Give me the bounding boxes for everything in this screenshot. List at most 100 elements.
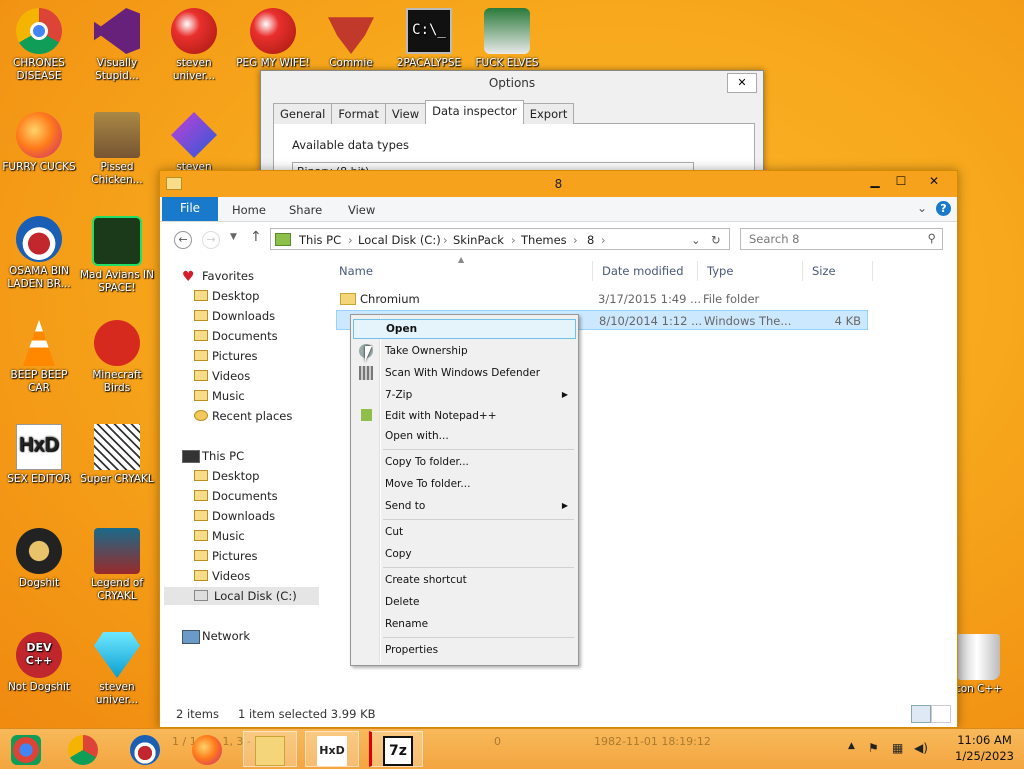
tab-view[interactable]: View — [384, 103, 427, 124]
nav-pc-pictures[interactable]: Pictures — [192, 547, 258, 565]
desktop-icon-steven[interactable]: steven — [155, 112, 233, 174]
menu-7zip[interactable]: 7-Zip ▶ — [353, 385, 576, 405]
show-hidden-icons[interactable]: ▲ — [848, 741, 855, 751]
menu-create-shortcut[interactable]: Create shortcut — [353, 570, 576, 590]
help-icon[interactable]: ? — [936, 201, 951, 216]
menu-take-ownership[interactable]: Take Ownership — [353, 341, 576, 361]
menu-open-with[interactable]: Open with... — [353, 426, 576, 446]
nav-fav-pictures[interactable]: Pictures — [192, 347, 258, 365]
desktop-icon-vlc[interactable]: BEEP BEEP CAR — [0, 320, 78, 395]
desktop-icon-firefox[interactable]: FURRY CUCKS — [0, 112, 78, 174]
nav-pc-videos[interactable]: Videos — [192, 567, 250, 585]
search-box[interactable]: Search 8 ⚲ — [740, 228, 943, 250]
desktop-icon-dev-cpp[interactable]: DEV C++ Not Dogshit — [0, 632, 78, 694]
tab-general[interactable]: General — [273, 103, 333, 124]
menu-delete[interactable]: Delete — [353, 592, 576, 612]
tab-share[interactable]: Share — [289, 203, 322, 217]
close-button[interactable]: ✕ — [915, 173, 953, 191]
breadcrumb-skinpack[interactable]: SkinPack — [453, 233, 504, 247]
nav-fav-downloads[interactable]: Downloads — [192, 307, 275, 325]
column-name[interactable]: Name — [330, 261, 593, 281]
nav-fav-desktop[interactable]: Desktop — [192, 287, 259, 305]
desktop-icon-hxd[interactable]: HxD SEX EDITOR — [0, 424, 78, 486]
menu-edit-notepadpp[interactable]: Edit with Notepad++ — [353, 406, 576, 426]
network-icon[interactable]: ▦ — [892, 741, 903, 755]
menu-properties[interactable]: Properties — [353, 640, 576, 660]
nav-network[interactable]: Network — [182, 627, 250, 645]
nav-this-pc[interactable]: This PC — [182, 447, 244, 465]
refresh-icon[interactable]: ↻ — [711, 233, 721, 247]
nav-fav-videos[interactable]: Videos — [192, 367, 250, 385]
explorer-titlebar[interactable]: 8 ▁ ☐ ✕ — [160, 171, 957, 197]
taskbar-explorer[interactable] — [243, 731, 297, 767]
maximize-button[interactable]: ☐ — [889, 173, 913, 191]
taskbar-hxd[interactable]: HxD — [305, 731, 359, 767]
taskbar-firefox[interactable] — [181, 731, 235, 767]
search-icon[interactable]: ⚲ — [928, 231, 936, 245]
start-button[interactable] — [0, 731, 54, 767]
nav-pc-documents[interactable]: Documents — [192, 487, 278, 505]
volume-icon[interactable]: ◀) — [914, 741, 928, 755]
desktop-icon-commie[interactable]: Commie — [312, 8, 390, 70]
menu-scan-defender[interactable]: Scan With Windows Defender — [353, 363, 576, 383]
menu-copy[interactable]: Copy — [353, 544, 576, 564]
tab-view-ribbon[interactable]: View — [348, 203, 375, 217]
nav-pc-desktop[interactable]: Desktop — [192, 467, 259, 485]
nav-fav-documents[interactable]: Documents — [192, 327, 278, 345]
desktop-icon-steven-universe-2[interactable]: steven univer... — [78, 632, 156, 707]
desktop-icon-osama[interactable]: OSAMA BIN LADEN BR... — [0, 216, 78, 291]
desktop-icon-legend-of-cryakl[interactable]: Legend of CRYAKL — [78, 528, 156, 603]
column-type[interactable]: Type — [698, 261, 803, 281]
forward-button[interactable]: → — [202, 231, 220, 249]
desktop-icon-pissed-chicken[interactable]: Pissed Chicken... — [78, 112, 156, 187]
taskbar-obama[interactable] — [119, 731, 173, 767]
tab-file[interactable]: File — [162, 197, 218, 221]
menu-move-to-folder[interactable]: Move To folder... — [353, 474, 576, 494]
nav-pc-music[interactable]: Music — [192, 527, 245, 545]
file-row[interactable]: Chromium 3/17/2015 1:49 ... File folder — [336, 289, 868, 309]
desktop-icon-dogshit[interactable]: Dogshit — [0, 528, 78, 590]
breadcrumb-themes[interactable]: Themes — [521, 233, 567, 247]
nav-favorites[interactable]: ♥ Favorites — [182, 267, 254, 285]
column-date-modified[interactable]: Date modified — [593, 261, 698, 281]
menu-copy-to-folder[interactable]: Copy To folder... — [353, 452, 576, 472]
tab-export[interactable]: Export — [522, 103, 575, 124]
action-center-flag-icon[interactable]: ⚑ — [868, 741, 879, 755]
breadcrumb-8[interactable]: 8 — [587, 233, 594, 247]
back-button[interactable]: ← — [174, 231, 192, 249]
nav-fav-music[interactable]: Music — [192, 387, 245, 405]
taskbar-7zip[interactable]: 7z — [369, 731, 423, 767]
desktop-icon-minecraft-birds[interactable]: Minecraft Birds — [78, 320, 156, 395]
menu-send-to[interactable]: Send to ▶ — [353, 496, 576, 516]
minimize-button[interactable]: ▁ — [863, 173, 887, 191]
desktop-icon-steven-universe[interactable]: steven univer... — [155, 8, 233, 83]
options-close-button[interactable]: ✕ — [727, 73, 757, 93]
tab-format[interactable]: Format — [331, 103, 386, 124]
recent-dropdown-icon[interactable]: ▼ — [230, 232, 237, 242]
large-icons-view-icon[interactable] — [931, 705, 951, 723]
desktop-icon-super-cryakl[interactable]: Super CRYAKL — [78, 424, 156, 486]
desktop-icon-peg[interactable]: PEG MY WIFE! — [234, 8, 312, 70]
desktop-icon-chrome[interactable]: CHRONES DISEASE — [0, 8, 78, 83]
nav-fav-recent-places[interactable]: Recent places — [192, 407, 292, 425]
details-view-icon[interactable] — [911, 705, 931, 723]
address-dropdown-icon[interactable]: ⌄ — [691, 233, 701, 247]
ribbon-expand-icon[interactable]: ⌄ — [917, 201, 927, 215]
up-arrow-icon[interactable]: ↑ — [250, 229, 262, 245]
address-bar[interactable]: This PC › Local Disk (C:) › SkinPack › T… — [270, 228, 730, 250]
desktop-icon-visual-studio[interactable]: Visually Stupid... — [78, 8, 156, 83]
tab-data-inspector[interactable]: Data inspector — [425, 100, 524, 124]
nav-pc-downloads[interactable]: Downloads — [192, 507, 275, 525]
taskbar-chrome[interactable] — [57, 731, 111, 767]
nav-pc-local-disk[interactable]: Local Disk (C:) — [164, 587, 319, 605]
desktop-icon-2pacalypse[interactable]: C:\_ 2PACALYPSE — [390, 8, 468, 70]
tab-home[interactable]: Home — [232, 203, 266, 217]
menu-open[interactable]: Open — [353, 319, 576, 339]
menu-rename[interactable]: Rename — [353, 614, 576, 634]
breadcrumb-local-disk[interactable]: Local Disk (C:) — [358, 233, 441, 247]
clock[interactable]: 11:06 AM 1/25/2023 — [955, 732, 1014, 764]
breadcrumb-this-pc[interactable]: This PC — [299, 233, 341, 247]
desktop-icon-elves[interactable]: FUCK ELVES — [468, 8, 546, 70]
desktop-icon-mad-avians[interactable]: Mad Avians IN SPACE! — [78, 216, 156, 295]
column-size[interactable]: Size — [803, 261, 873, 281]
